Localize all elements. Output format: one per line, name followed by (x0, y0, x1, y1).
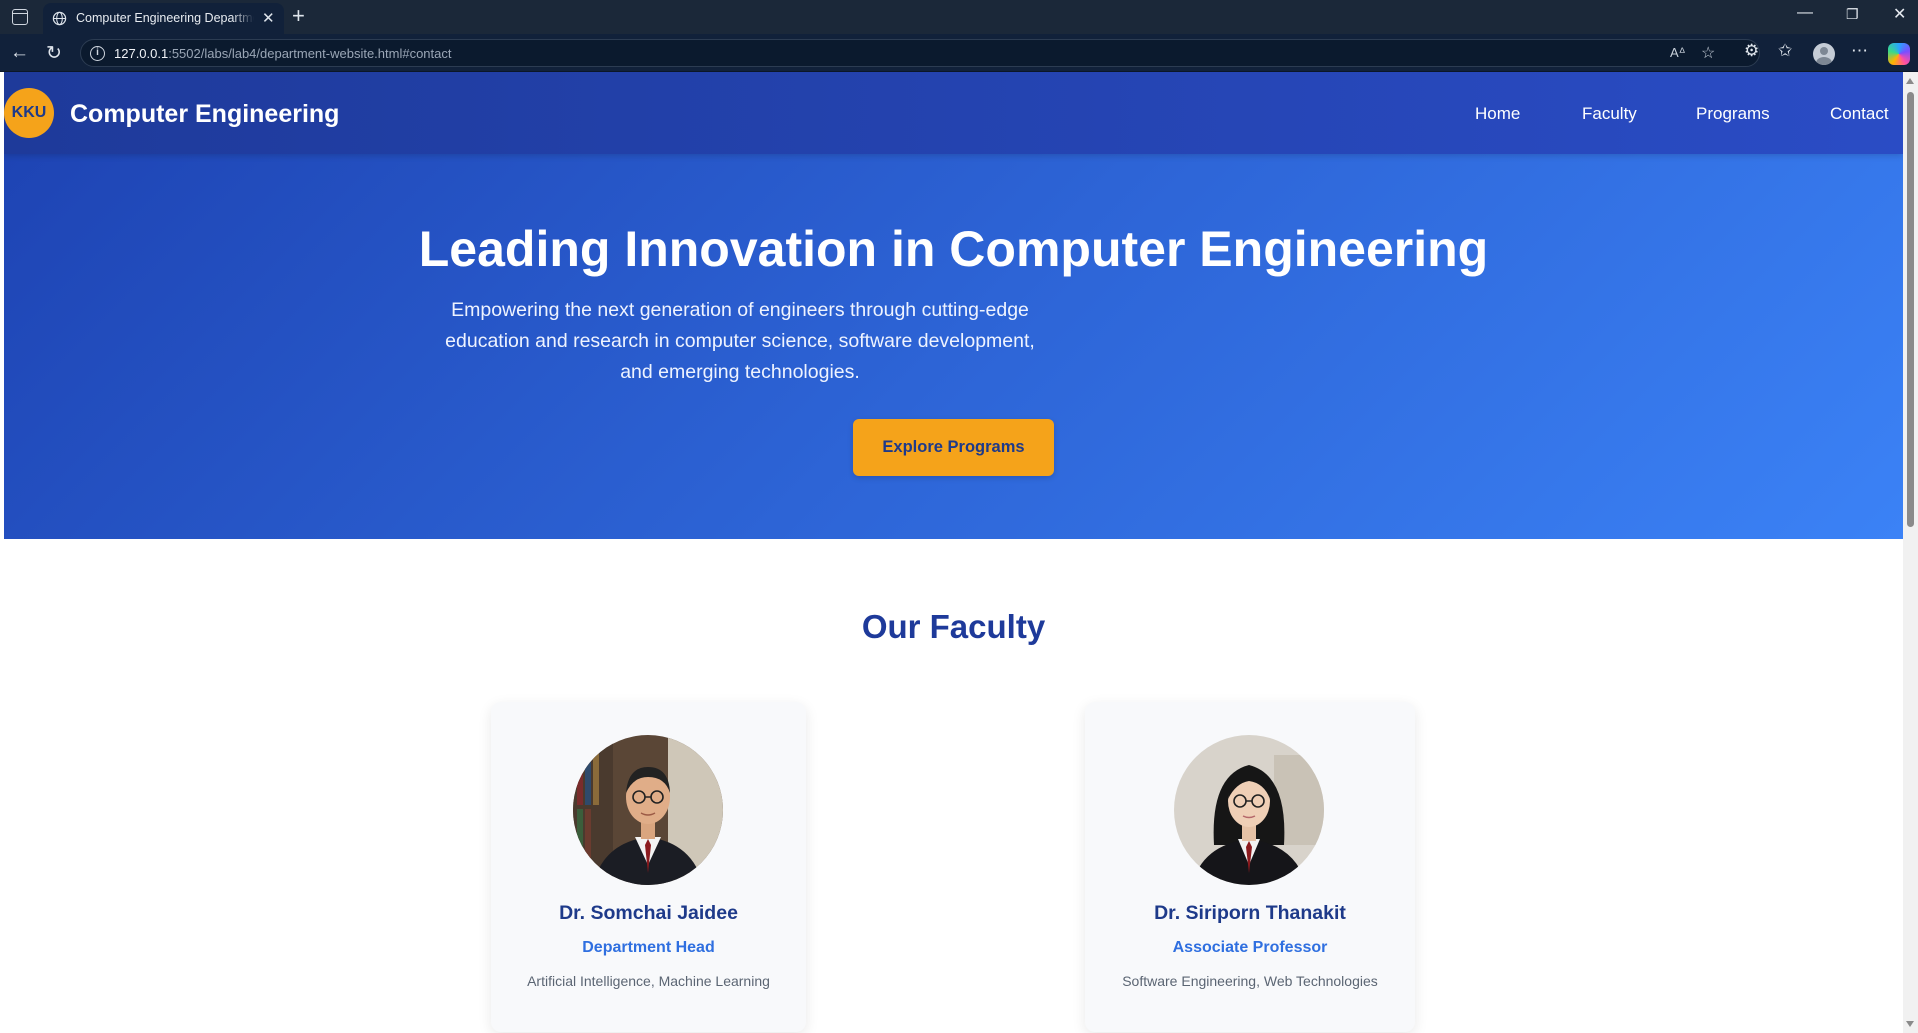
address-toolbar: ← ↻ i 127.0.0.1:5502/labs/lab4/departmen… (0, 34, 1918, 72)
hero-title: Leading Innovation in Computer Engineeri… (418, 221, 1489, 277)
url-text[interactable]: 127.0.0.1:5502/labs/lab4/department-webs… (114, 46, 452, 61)
scroll-up-icon[interactable] (1906, 78, 1914, 84)
hero-section: Leading Innovation in Computer Engineeri… (4, 154, 1903, 539)
site-header: KKU Computer Engineering Home Faculty Pr… (4, 72, 1903, 154)
browser-tab-strip: Computer Engineering Department ✕ + — ❐ … (0, 0, 1918, 34)
minimize-icon[interactable]: — (1797, 4, 1813, 22)
page-viewport: KKU Computer Engineering Home Faculty Pr… (4, 72, 1903, 1033)
tab-actions-icon[interactable] (12, 9, 28, 25)
logo[interactable]: KKU (4, 88, 54, 138)
page-scrollbar[interactable] (1903, 72, 1918, 1033)
more-icon[interactable]: ⋯ (1851, 41, 1868, 61)
faculty-card: Dr. Siriporn Thanakit Associate Professo… (1085, 702, 1415, 1032)
faculty-role: Associate Professor (1172, 939, 1328, 956)
refresh-icon[interactable]: ↻ (46, 42, 62, 65)
close-icon[interactable]: ✕ (262, 9, 275, 27)
scroll-thumb[interactable] (1907, 92, 1914, 527)
restore-icon[interactable]: ❐ (1846, 6, 1859, 23)
explore-programs-button[interactable]: Explore Programs (853, 419, 1054, 476)
faculty-research: Artificial Intelligence, Machine Learnin… (527, 973, 770, 989)
copilot-icon[interactable] (1888, 43, 1910, 65)
read-aloud-icon[interactable]: Aᐞ (1670, 45, 1686, 61)
scroll-down-icon[interactable] (1906, 1021, 1914, 1027)
faculty-name: Dr. Siriporn Thanakit (1154, 902, 1346, 924)
favorite-icon[interactable]: ☆ (1701, 43, 1715, 63)
plus-icon[interactable]: + (292, 3, 305, 29)
back-icon[interactable]: ← (10, 42, 29, 64)
faculty-card: Dr. Somchai Jaidee Department Head Artif… (491, 702, 806, 1032)
faculty-role: Department Head (582, 939, 715, 956)
nav-programs[interactable]: Programs (1696, 104, 1770, 124)
favorites-icon[interactable]: ✩ (1778, 41, 1792, 61)
site-title: Computer Engineering (70, 100, 340, 128)
browser-tab[interactable]: Computer Engineering Department ✕ (43, 3, 284, 34)
faculty-photo (1174, 735, 1324, 885)
tab-title: Computer Engineering Department (76, 11, 254, 25)
faculty-research: Software Engineering, Web Technologies (1122, 973, 1378, 989)
faculty-photo (573, 735, 723, 885)
nav-contact[interactable]: Contact (1830, 104, 1889, 124)
address-bar[interactable]: i 127.0.0.1:5502/labs/lab4/department-we… (80, 39, 1760, 67)
info-icon[interactable]: i (90, 46, 105, 61)
extensions-icon[interactable]: ⚙ (1744, 41, 1759, 61)
globe-icon (52, 11, 67, 26)
nav-home[interactable]: Home (1475, 104, 1520, 124)
faculty-section-title: Our Faculty (861, 608, 1046, 645)
profile-icon[interactable] (1813, 43, 1835, 65)
close-icon[interactable]: ✕ (1893, 4, 1906, 24)
faculty-name: Dr. Somchai Jaidee (559, 902, 738, 924)
hero-subtitle: Empowering the next generation of engine… (445, 299, 1035, 383)
nav-faculty[interactable]: Faculty (1582, 104, 1637, 124)
